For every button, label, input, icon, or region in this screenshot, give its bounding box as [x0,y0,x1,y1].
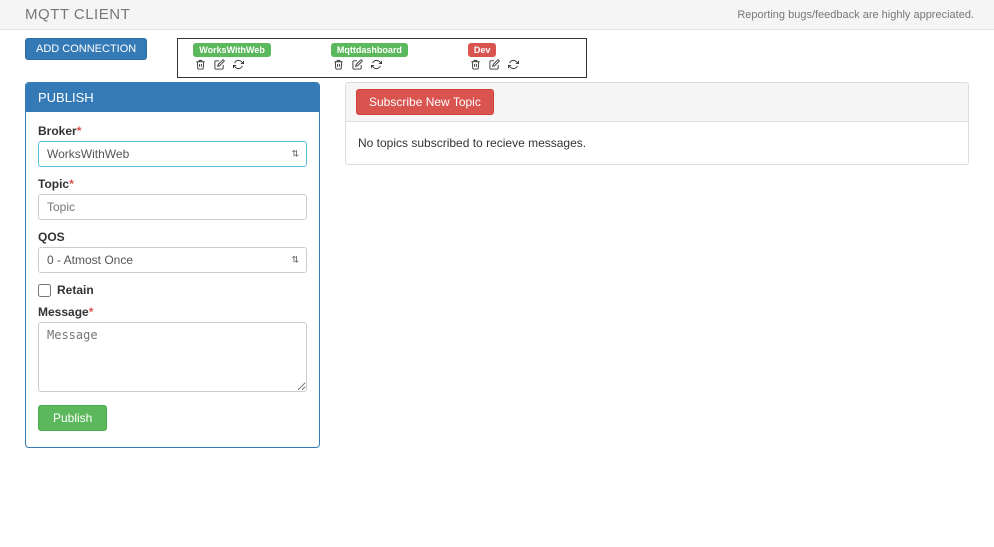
message-label-text: Message [38,305,89,319]
broker-group: Broker* WorksWithWeb [38,124,307,167]
trash-icon[interactable] [195,59,206,73]
edit-icon[interactable] [489,59,500,73]
trash-icon[interactable] [470,59,481,73]
edit-icon[interactable] [352,59,363,73]
toolbar-row: ADD CONNECTION WorksWithWeb Mqttdashboar… [0,30,994,82]
required-mark: * [77,124,82,138]
qos-select[interactable]: 0 - Atmost Once [38,247,307,273]
publish-button[interactable]: Publish [38,405,107,431]
edit-icon[interactable] [214,59,225,73]
app-title: MQTT CLIENT [25,6,130,23]
add-connection-button[interactable]: ADD CONNECTION [25,38,147,60]
app-header: MQTT CLIENT Reporting bugs/feedback are … [0,0,994,30]
broker-label: Broker* [38,124,307,138]
retain-label: Retain [57,283,94,297]
refresh-icon[interactable] [371,59,382,73]
publish-heading: PUBLISH [26,83,319,112]
subscribe-header: Subscribe New Topic [345,82,969,121]
trash-icon[interactable] [333,59,344,73]
connection-item: Mqttdashboard [331,43,408,73]
publish-body: Broker* WorksWithWeb Topic* QOS [26,112,319,447]
broker-label-text: Broker [38,124,77,138]
message-textarea[interactable] [38,322,307,392]
topic-group: Topic* [38,177,307,220]
retain-group: Retain [38,283,307,297]
required-mark: * [69,177,74,191]
subscribe-empty-message: No topics subscribed to recieve messages… [345,121,969,165]
qos-group: QOS 0 - Atmost Once [38,230,307,273]
connections-box: WorksWithWeb Mqttdashboard [177,38,587,78]
publish-panel: PUBLISH Broker* WorksWithWeb Topic* [25,82,320,448]
refresh-icon[interactable] [508,59,519,73]
connection-badge: WorksWithWeb [193,43,271,57]
main-content: PUBLISH Broker* WorksWithWeb Topic* [0,82,994,468]
connection-actions [331,59,382,73]
connection-badge: Dev [468,43,497,57]
connection-item: Dev [468,43,519,73]
topic-label-text: Topic [38,177,69,191]
connection-item: WorksWithWeb [193,43,271,73]
message-group: Message* [38,305,307,395]
topic-input[interactable] [38,194,307,220]
subscribe-panel: Subscribe New Topic No topics subscribed… [345,82,969,165]
connection-actions [193,59,244,73]
subscribe-new-topic-button[interactable]: Subscribe New Topic [356,89,494,115]
required-mark: * [89,305,94,319]
connection-actions [468,59,519,73]
message-label: Message* [38,305,307,319]
qos-label: QOS [38,230,307,244]
feedback-note: Reporting bugs/feedback are highly appre… [737,9,974,21]
topic-label: Topic* [38,177,307,191]
broker-select[interactable]: WorksWithWeb [38,141,307,167]
retain-checkbox[interactable] [38,284,51,297]
connection-badge: Mqttdashboard [331,43,408,57]
refresh-icon[interactable] [233,59,244,73]
